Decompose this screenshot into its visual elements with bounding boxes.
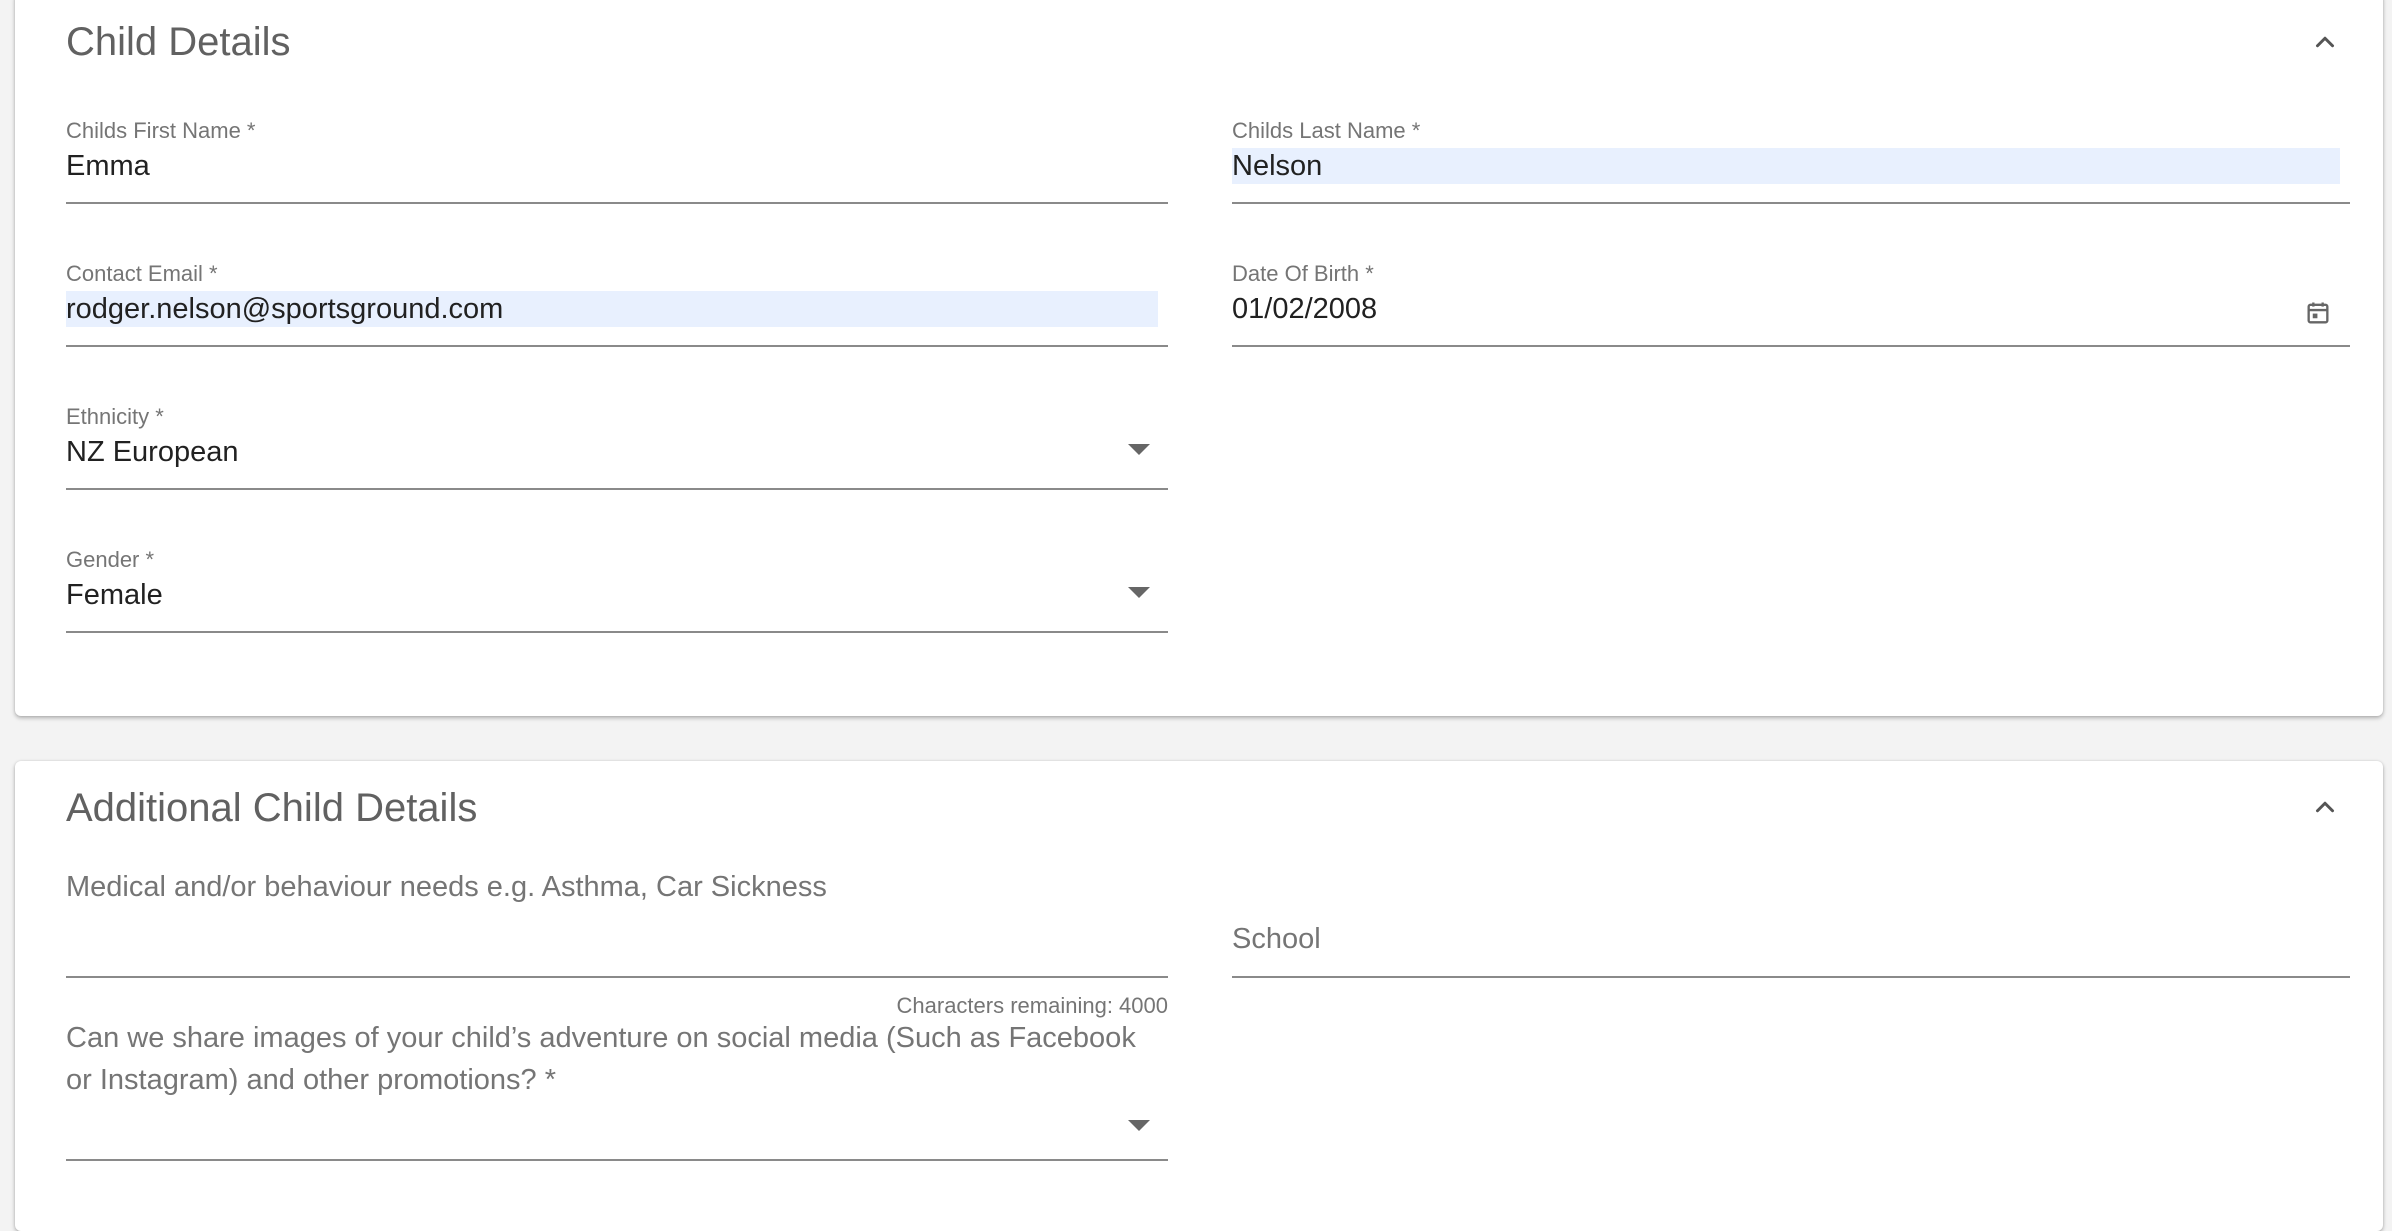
- social-media-consent-label-line1: Can we share images of your child’s adve…: [66, 1022, 1136, 1054]
- social-media-consent-label-line2: or Instagram) and other promotions? *: [66, 1064, 557, 1096]
- child-last-name-label: Childs Last Name *: [1232, 118, 1421, 143]
- child-last-name-input[interactable]: Nelson: [1232, 148, 2340, 184]
- ethnicity-underline: [66, 488, 1168, 490]
- date-of-birth-underline: [1232, 345, 2350, 347]
- collapse-additional-details-button[interactable]: [2305, 787, 2345, 827]
- child-first-name-label: Childs First Name *: [66, 118, 256, 143]
- chevron-up-icon: [2316, 801, 2334, 813]
- arrow-drop-down-icon[interactable]: [1128, 1120, 1150, 1131]
- arrow-drop-down-icon[interactable]: [1128, 444, 1150, 455]
- social-media-consent-underline: [66, 1159, 1168, 1161]
- child-details-card: Child Details Childs First Name * Emma C…: [15, 0, 2383, 716]
- date-of-birth-field[interactable]: Date Of Birth * 01/02/2008: [1232, 261, 2350, 371]
- child-details-title: Child Details: [66, 20, 291, 64]
- child-first-name-field[interactable]: Childs First Name * Emma: [66, 118, 1168, 228]
- contact-email-input[interactable]: rodger.nelson@sportsground.com: [66, 291, 1158, 327]
- gender-select[interactable]: Gender * Female: [66, 547, 1168, 657]
- date-of-birth-label: Date Of Birth *: [1232, 261, 1374, 286]
- child-first-name-input[interactable]: Emma: [66, 148, 160, 184]
- ethnicity-value: NZ European: [66, 436, 239, 468]
- gender-value: Female: [66, 579, 163, 611]
- medical-needs-underline: [66, 976, 1168, 978]
- date-of-birth-input[interactable]: 01/02/2008: [1232, 291, 1387, 327]
- child-last-name-underline: [1232, 202, 2350, 204]
- social-media-consent-select[interactable]: [66, 1106, 1168, 1162]
- contact-email-label: Contact Email *: [66, 261, 218, 286]
- gender-label: Gender *: [66, 547, 155, 572]
- additional-child-details-card: Additional Child Details Medical and/or …: [15, 761, 2383, 1231]
- chevron-up-icon: [2316, 36, 2334, 48]
- arrow-drop-down-icon[interactable]: [1128, 587, 1150, 598]
- contact-email-underline: [66, 345, 1168, 347]
- ethnicity-select[interactable]: Ethnicity * NZ European: [66, 404, 1168, 514]
- medical-needs-input[interactable]: Medical and/or behaviour needs e.g. Asth…: [66, 871, 827, 904]
- gender-underline: [66, 631, 1168, 633]
- ethnicity-label: Ethnicity *: [66, 404, 164, 429]
- additional-child-details-title: Additional Child Details: [66, 786, 478, 830]
- collapse-child-details-button[interactable]: [2305, 22, 2345, 62]
- child-last-name-field[interactable]: Childs Last Name * Nelson: [1232, 118, 2350, 228]
- child-first-name-underline: [66, 202, 1168, 204]
- characters-remaining-hint: Characters remaining: 4000: [896, 993, 1168, 1018]
- contact-email-field[interactable]: Contact Email * rodger.nelson@sportsgrou…: [66, 261, 1168, 371]
- school-input[interactable]: School: [1232, 923, 1321, 956]
- school-underline: [1232, 976, 2350, 978]
- calendar-icon[interactable]: [2304, 299, 2332, 327]
